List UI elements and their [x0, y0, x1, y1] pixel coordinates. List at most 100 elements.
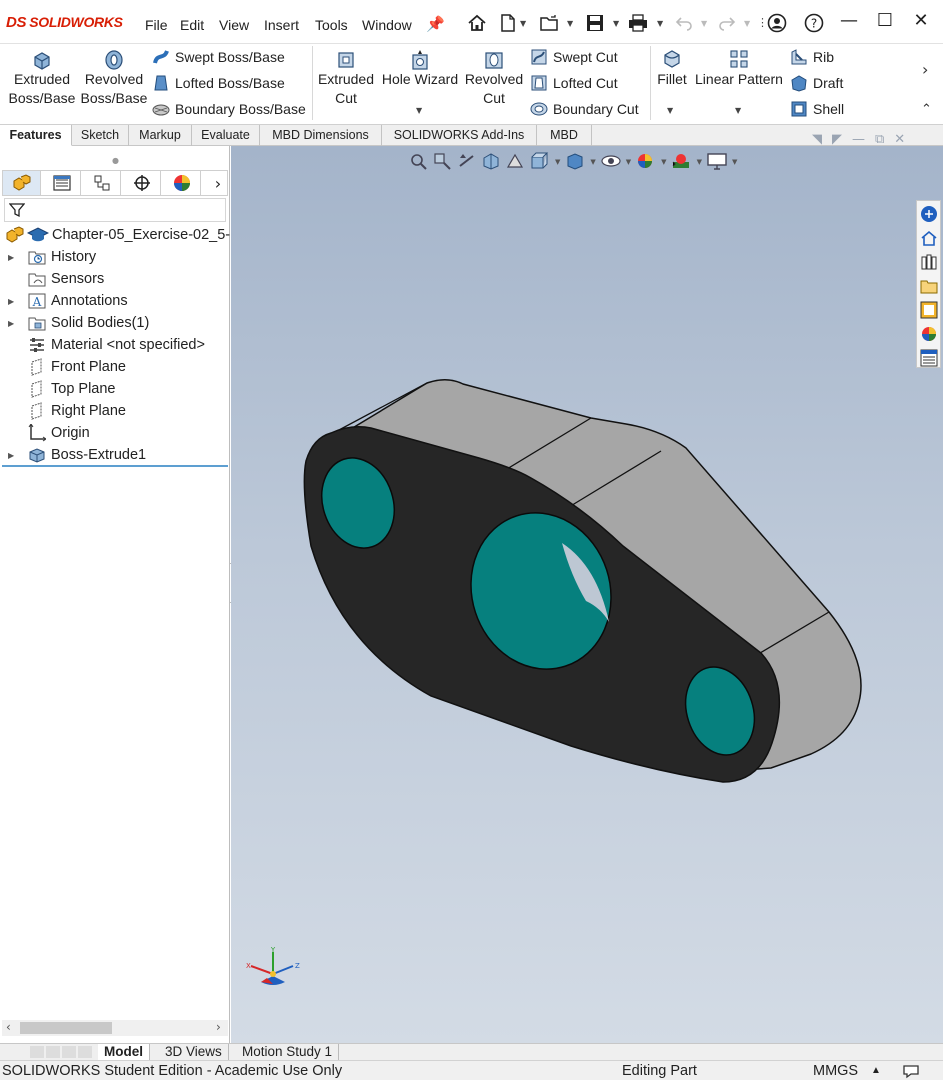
- scrollbar-thumb[interactable]: [20, 1022, 112, 1034]
- tab-mbd-dimensions[interactable]: MBD Dimensions: [260, 125, 382, 146]
- tree-item-top-plane[interactable]: Top Plane: [0, 378, 228, 400]
- home-task-icon[interactable]: [917, 227, 940, 249]
- redo-dropdown-icon[interactable]: ▼: [744, 19, 750, 28]
- tree-filter-box[interactable]: [4, 198, 226, 222]
- save-icon[interactable]: [584, 12, 606, 34]
- prev-tab-arrow-icon[interactable]: [46, 1046, 60, 1058]
- appearances-icon[interactable]: [917, 323, 940, 345]
- view-triad[interactable]: Y X Z: [241, 946, 305, 992]
- save-dropdown-icon[interactable]: ▼: [613, 19, 619, 28]
- view-orientation-icon[interactable]: [529, 152, 551, 170]
- boundary-cut-button[interactable]: Boundary Cut: [530, 100, 639, 118]
- tab-features[interactable]: Features: [0, 125, 72, 146]
- view-settings-dropdown-icon[interactable]: ▼: [732, 152, 737, 172]
- featuremanager-tab[interactable]: [3, 171, 41, 195]
- rollback-bar[interactable]: [2, 465, 228, 467]
- tab-markup[interactable]: Markup: [129, 125, 192, 146]
- hide-show-dropdown-icon[interactable]: ▼: [626, 152, 631, 172]
- tab-mbd[interactable]: MBD: [537, 125, 592, 146]
- zoom-to-area-icon[interactable]: [433, 152, 453, 170]
- boundary-boss-button[interactable]: Boundary Boss/Base: [152, 100, 306, 118]
- previous-view-icon[interactable]: [457, 152, 477, 170]
- feedback-icon[interactable]: [902, 1063, 920, 1079]
- filter-icon[interactable]: [9, 202, 25, 218]
- display-style-dropdown-icon[interactable]: ▼: [590, 152, 595, 172]
- tab-solidworks-addins[interactable]: SOLIDWORKS Add-Ins: [382, 125, 537, 146]
- appearance-dropdown-icon[interactable]: ▼: [661, 152, 666, 172]
- new-dropdown-icon[interactable]: ▼: [520, 19, 526, 28]
- panel-grip-icon[interactable]: ●: [112, 156, 119, 165]
- last-tab-arrow-icon[interactable]: [78, 1046, 92, 1058]
- lofted-cut-button[interactable]: Lofted Cut: [530, 74, 618, 92]
- section-view-icon[interactable]: [481, 152, 501, 170]
- linear-pattern-dropdown-icon[interactable]: ▼: [735, 106, 741, 115]
- rib-button[interactable]: Rib: [790, 48, 834, 66]
- hide-show-items-icon[interactable]: [600, 152, 622, 170]
- tab-sketch[interactable]: Sketch: [72, 125, 129, 146]
- draft-button[interactable]: Draft: [790, 74, 843, 92]
- tree-item-material[interactable]: Material <not specified>: [0, 334, 228, 356]
- tree-item-boss-extrude1[interactable]: ▶ Boss-Extrude1: [0, 444, 228, 466]
- viewport-restore-right-icon[interactable]: ◤: [832, 132, 842, 147]
- tree-item-annotations[interactable]: ▶ A Annotations: [0, 290, 228, 312]
- close-button[interactable]: ✕: [906, 10, 936, 31]
- undo-icon[interactable]: [673, 12, 695, 34]
- next-tab-arrow-icon[interactable]: [62, 1046, 76, 1058]
- open-folder-icon[interactable]: [539, 12, 561, 34]
- scroll-left-icon[interactable]: ‹: [6, 1020, 11, 1034]
- displaymanager-tab[interactable]: [163, 171, 201, 195]
- dynamic-annotation-icon[interactable]: [505, 152, 525, 170]
- tree-item-front-plane[interactable]: Front Plane: [0, 356, 228, 378]
- view-settings-icon[interactable]: [706, 152, 728, 170]
- graphics-area[interactable]: Y X Z: [231, 146, 943, 1043]
- tree-item-history[interactable]: ▶ History: [0, 246, 228, 268]
- custom-properties-icon[interactable]: [917, 347, 940, 369]
- swept-cut-button[interactable]: Swept Cut: [530, 48, 618, 66]
- tab-3d-views[interactable]: 3D Views: [159, 1044, 229, 1060]
- expand-arrow-icon[interactable]: ▶: [8, 297, 14, 306]
- open-dropdown-icon[interactable]: ▼: [567, 19, 573, 28]
- fillet-dropdown-icon[interactable]: ▼: [667, 106, 673, 115]
- shell-button[interactable]: Shell: [790, 100, 844, 118]
- tree-item-origin[interactable]: Origin: [0, 422, 228, 444]
- tree-item-sensors[interactable]: Sensors: [0, 268, 228, 290]
- new-document-icon[interactable]: [497, 12, 519, 34]
- menu-edit[interactable]: Edit: [180, 17, 204, 33]
- lofted-boss-button[interactable]: Lofted Boss/Base: [152, 74, 285, 92]
- design-library-icon[interactable]: [917, 251, 940, 273]
- pin-icon[interactable]: 📌: [426, 15, 445, 33]
- scene-dropdown-icon[interactable]: ▼: [697, 152, 702, 172]
- swept-boss-button[interactable]: Swept Boss/Base: [152, 48, 285, 66]
- menu-file[interactable]: File: [145, 17, 168, 33]
- file-explorer-icon[interactable]: [917, 275, 940, 297]
- viewport-close-icon[interactable]: ✕: [894, 132, 905, 147]
- scroll-right-icon[interactable]: ›: [216, 1020, 221, 1034]
- part-model[interactable]: [231, 146, 943, 1043]
- tab-evaluate[interactable]: Evaluate: [192, 125, 260, 146]
- solidworks-logo[interactable]: DS SOLIDWORKS: [6, 14, 123, 31]
- hole-wizard-dropdown-icon[interactable]: ▼: [416, 106, 422, 115]
- print-dropdown-icon[interactable]: ▼: [657, 19, 663, 28]
- units-selector[interactable]: MMGS: [813, 1063, 858, 1079]
- expand-arrow-icon[interactable]: ▶: [8, 253, 14, 262]
- menu-tools[interactable]: Tools: [315, 17, 348, 33]
- display-style-icon[interactable]: [564, 152, 586, 170]
- tree-root-part[interactable]: Chapter-05_Exercise-02_5-: [0, 224, 230, 246]
- redo-icon[interactable]: [716, 12, 738, 34]
- zoom-to-fit-icon[interactable]: [409, 152, 429, 170]
- edit-appearance-icon[interactable]: [635, 152, 657, 170]
- ribbon-collapse-icon[interactable]: ⌃: [921, 102, 932, 117]
- user-account-icon[interactable]: [766, 12, 788, 34]
- propertymanager-tab[interactable]: [43, 171, 81, 195]
- tab-model[interactable]: Model: [98, 1044, 150, 1060]
- home-icon[interactable]: [466, 12, 488, 34]
- first-tab-arrow-icon[interactable]: [30, 1046, 44, 1058]
- tree-item-right-plane[interactable]: Right Plane: [0, 400, 228, 422]
- solidworks-resources-icon[interactable]: [917, 203, 940, 225]
- view-palette-icon[interactable]: [917, 299, 940, 321]
- dimxpertmanager-tab[interactable]: [123, 171, 161, 195]
- maximize-button[interactable]: ☐: [870, 10, 900, 31]
- units-dropdown-icon[interactable]: ▲: [871, 1065, 881, 1076]
- manager-tabs-more-icon[interactable]: ›: [209, 171, 227, 195]
- ribbon-expand-icon[interactable]: ›: [922, 60, 928, 79]
